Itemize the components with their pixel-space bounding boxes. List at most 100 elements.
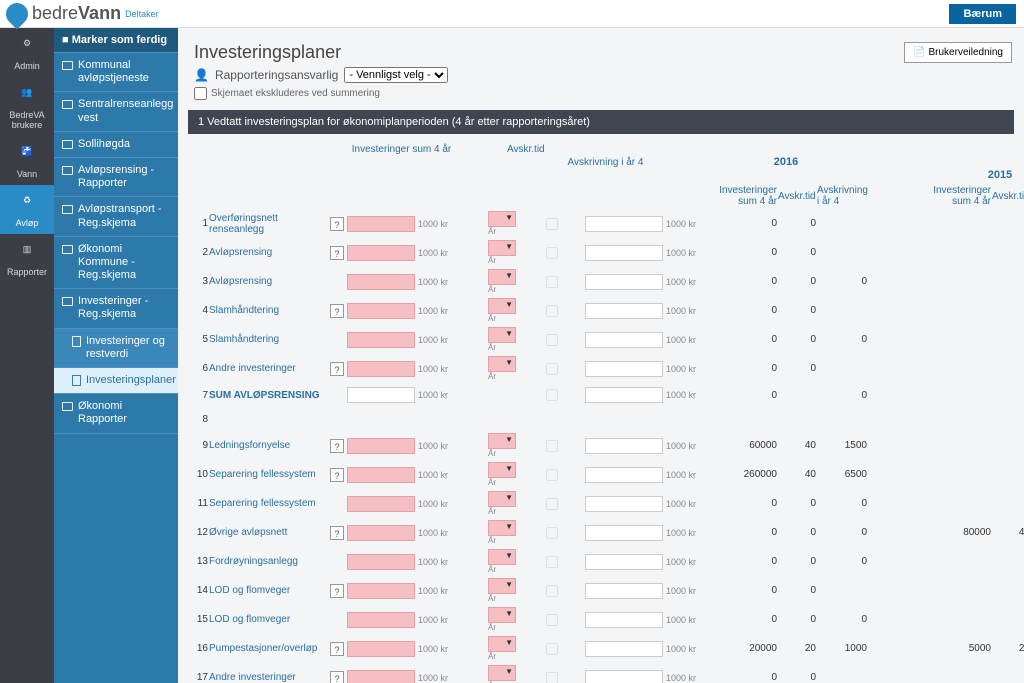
avskr-select[interactable] xyxy=(488,578,516,594)
rail-avlop[interactable]: ♻Avløp xyxy=(0,185,54,234)
sidebar-item-6[interactable]: Investeringer - Reg.skjema xyxy=(54,289,178,328)
table-row: 4Slamhåndtering?1000 krÅr1000 kr00 xyxy=(190,296,1012,325)
avskr-select[interactable] xyxy=(488,269,516,285)
table-row: 14LOD og flomveger?1000 krÅr1000 kr00 xyxy=(190,576,1012,605)
investment-input[interactable] xyxy=(347,670,415,683)
row-label: Overføringsnett renseanlegg xyxy=(209,213,329,235)
investment-input[interactable] xyxy=(347,216,415,232)
avskr-input[interactable] xyxy=(585,332,663,348)
avskr-select[interactable] xyxy=(488,462,516,478)
document-icon xyxy=(72,336,81,347)
help-icon[interactable]: ? xyxy=(330,362,344,376)
section-tab[interactable]: 1 Vedtatt investeringsplan for økonomipl… xyxy=(188,110,1014,134)
help-icon[interactable]: ? xyxy=(330,642,344,656)
sidebar-item-9[interactable]: Økonomi Rapporter xyxy=(54,394,178,433)
investment-input[interactable] xyxy=(347,612,415,628)
avskr-input[interactable] xyxy=(585,641,663,657)
help-icon[interactable]: ? xyxy=(330,584,344,598)
avskr-select[interactable] xyxy=(488,298,516,314)
investment-input[interactable] xyxy=(347,525,415,541)
help-icon[interactable]: ? xyxy=(330,439,344,453)
avskr-select[interactable] xyxy=(488,240,516,256)
exclude-checkbox-row[interactable]: Skjemaet ekskluderes ved summering xyxy=(194,87,1008,100)
sidebar-item-2[interactable]: Sollihøgda xyxy=(54,132,178,158)
avskr-select[interactable] xyxy=(488,607,516,623)
avskr-input[interactable] xyxy=(585,496,663,512)
table-row: 16Pumpestasjoner/overløp?1000 krÅr1000 k… xyxy=(190,634,1012,663)
top-right: Bærum xyxy=(949,4,1024,24)
avskr-select[interactable] xyxy=(488,211,516,227)
investment-input[interactable] xyxy=(347,438,415,454)
row-number: 4 xyxy=(190,305,208,316)
help-icon[interactable]: ? xyxy=(330,217,344,231)
avskr-input[interactable] xyxy=(585,245,663,261)
avskr-select[interactable] xyxy=(488,520,516,536)
investment-input[interactable] xyxy=(347,245,415,261)
avskr-select[interactable] xyxy=(488,636,516,652)
sidebar-item-0[interactable]: Kommunal avløpstjeneste xyxy=(54,53,178,92)
rail-admin[interactable]: ⚙Admin xyxy=(0,28,54,77)
help-icon[interactable]: ? xyxy=(330,304,344,318)
sidebar-item-7[interactable]: Investeringer og restverdi xyxy=(54,329,178,368)
folder-icon xyxy=(62,100,73,109)
responsible-select[interactable]: - Vennligst velg - xyxy=(344,67,448,83)
avskr-select[interactable] xyxy=(488,549,516,565)
row-label: SUM AVLØPSRENSING xyxy=(209,390,329,401)
investment-input[interactable] xyxy=(347,496,415,512)
row-number: 9 xyxy=(190,440,208,451)
table-row: 11Separering fellessystem1000 krÅr1000 k… xyxy=(190,489,1012,518)
investment-input[interactable] xyxy=(347,583,415,599)
investment-input[interactable] xyxy=(347,467,415,483)
avskr-input[interactable] xyxy=(585,670,663,683)
avskr-input[interactable] xyxy=(585,274,663,290)
avskr-input[interactable] xyxy=(585,467,663,483)
row-number: 1 xyxy=(190,218,208,229)
rail-users[interactable]: 👥BedreVA brukere xyxy=(0,77,54,136)
sidebar-item-5[interactable]: Økonomi Kommune - Reg.skjema xyxy=(54,237,178,290)
avskr-input[interactable] xyxy=(585,554,663,570)
avskr-select[interactable] xyxy=(488,433,516,449)
avskr-select[interactable] xyxy=(488,491,516,507)
row-label: LOD og flomveger xyxy=(209,585,329,596)
investment-input[interactable] xyxy=(347,332,415,348)
sidebar-item-8[interactable]: Investeringsplaner xyxy=(54,368,178,394)
investment-input[interactable] xyxy=(347,554,415,570)
avskr-input[interactable] xyxy=(585,438,663,454)
row-number: 6 xyxy=(190,363,208,374)
guide-button[interactable]: 📄 Brukerveiledning xyxy=(904,42,1012,63)
avskr-input[interactable] xyxy=(585,612,663,628)
logo: bedreVann Deltaker xyxy=(0,3,159,25)
help-icon[interactable]: ? xyxy=(330,671,344,683)
row-number: 15 xyxy=(190,614,208,625)
lock-icon xyxy=(546,247,558,259)
investment-input[interactable] xyxy=(347,387,415,403)
investment-input[interactable] xyxy=(347,303,415,319)
avskr-select[interactable] xyxy=(488,327,516,343)
help-icon[interactable]: ? xyxy=(330,246,344,260)
table-row: 6Andre investeringer?1000 krÅr1000 kr00 xyxy=(190,354,1012,383)
avskr-select[interactable] xyxy=(488,665,516,681)
exclude-checkbox[interactable] xyxy=(194,87,207,100)
avskr-input[interactable] xyxy=(585,583,663,599)
sidebar-item-4[interactable]: Avløpstransport - Reg.skjema xyxy=(54,197,178,236)
lock-icon xyxy=(546,585,558,597)
sidenav-header[interactable]: ■ Marker som ferdig xyxy=(54,28,178,53)
rail-rapporter[interactable]: ▥Rapporter xyxy=(0,234,54,283)
avskr-input[interactable] xyxy=(585,303,663,319)
lock-icon xyxy=(546,498,558,510)
sidebar-item-3[interactable]: Avløpsrensing - Rapporter xyxy=(54,158,178,197)
avskr-input[interactable] xyxy=(585,216,663,232)
row-label: Pumpestasjoner/overløp xyxy=(209,643,329,654)
avskr-input[interactable] xyxy=(585,361,663,377)
rail-vann[interactable]: 🚰Vann xyxy=(0,136,54,185)
investment-input[interactable] xyxy=(347,361,415,377)
help-icon[interactable]: ? xyxy=(330,468,344,482)
sidebar-item-1[interactable]: Sentralrenseanlegg vest xyxy=(54,92,178,131)
gear-icon: ⚙ xyxy=(17,38,37,58)
investment-input[interactable] xyxy=(347,274,415,290)
avskr-input[interactable] xyxy=(585,387,663,403)
avskr-select[interactable] xyxy=(488,356,516,372)
avskr-input[interactable] xyxy=(585,525,663,541)
help-icon[interactable]: ? xyxy=(330,526,344,540)
investment-input[interactable] xyxy=(347,641,415,657)
